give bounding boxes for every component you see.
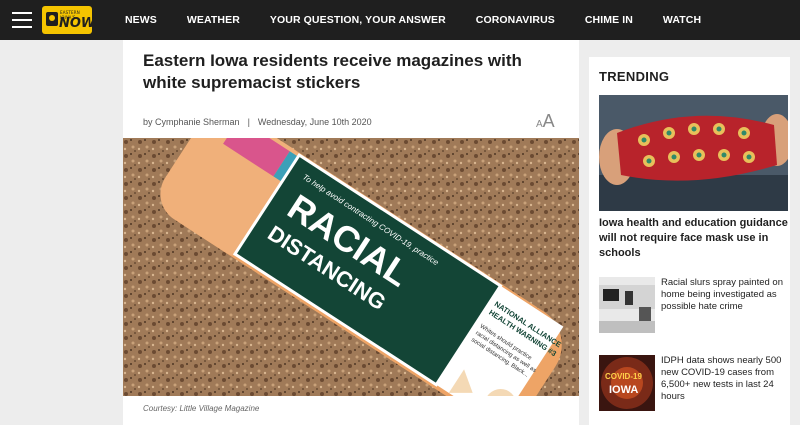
font-size-large-icon: A <box>542 111 555 131</box>
nav-link-coronavirus[interactable]: CORONAVIRUS <box>476 14 555 26</box>
site-logo[interactable]: EASTERN IOWA'S NOW <box>42 6 96 34</box>
photo-illustration: To help avoid contracting COVID-19, prac… <box>123 138 579 396</box>
thumb-iowa-label: IOWA <box>609 384 638 396</box>
trending-sidebar: TRENDING Iowa health and education guida… <box>589 57 790 425</box>
hamburger-menu-icon[interactable] <box>12 12 32 28</box>
font-size-toggle[interactable]: AA <box>536 111 555 132</box>
main-nav: NEWS WEATHER YOUR QUESTION, YOUR ANSWER … <box>125 0 731 40</box>
nav-link-chime-in[interactable]: CHIME IN <box>585 14 633 26</box>
trending-featured-image[interactable] <box>599 95 788 211</box>
logo-mark-icon <box>46 12 58 26</box>
trending-item-title: IDPH data shows nearly 500 new COVID-19 … <box>661 355 782 402</box>
face-mask-photo <box>599 95 788 211</box>
nav-link-weather[interactable]: WEATHER <box>187 14 240 26</box>
article-headline: Eastern Iowa residents receive magazines… <box>143 51 522 92</box>
nav-link-your-question[interactable]: YOUR QUESTION, YOUR ANSWER <box>270 14 446 26</box>
trending-item-title: Racial slurs spray painted on home being… <box>661 277 783 312</box>
trending-heading: TRENDING <box>599 69 670 84</box>
thumb-covid-label: COVID-19 <box>605 372 642 381</box>
article-byline: by Cymphanie Sherman | Wednesday, June 10t… <box>143 117 372 127</box>
logo-wordmark: NOW <box>59 16 96 31</box>
trending-featured-title[interactable]: Iowa health and education guidance will … <box>599 216 788 261</box>
nav-link-watch[interactable]: WATCH <box>663 14 701 26</box>
article-photo: To help avoid contracting COVID-19, prac… <box>123 138 579 396</box>
article-card: Eastern Iowa residents receive magazines… <box>123 40 579 425</box>
top-navigation-bar: EASTERN IOWA'S NOW NEWS WEATHER YOUR QUE… <box>0 0 800 40</box>
byline-separator: | <box>247 117 250 127</box>
house-photo <box>599 277 655 333</box>
covid-iowa-graphic: COVID-19 IOWA <box>599 355 655 411</box>
trending-item-thumbnail <box>599 277 655 333</box>
nav-link-news[interactable]: NEWS <box>125 14 157 26</box>
trending-item-thumbnail: COVID-19 IOWA <box>599 355 655 411</box>
font-size-small-icon: A <box>536 119 543 130</box>
article-date: Wednesday, June 10th 2020 <box>257 117 372 127</box>
author-link[interactable]: by Cymphanie Sherman <box>143 117 240 127</box>
photo-caption: Courtesy: Little Village Magazine <box>143 404 260 413</box>
